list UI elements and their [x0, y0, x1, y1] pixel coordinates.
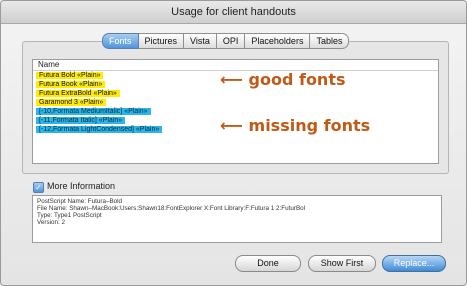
- tab-fonts[interactable]: Fonts: [102, 33, 139, 49]
- list-item[interactable]: Garamond 3 «Plain»: [33, 98, 438, 107]
- font-name: Futura ExtraBold «Plain»: [36, 90, 120, 97]
- missing-fonts-label: missing fonts: [248, 116, 371, 135]
- checkmark-icon: ✓: [35, 183, 42, 192]
- font-name: [-11,Formata Italic] «Plain»: [36, 117, 126, 124]
- tab-placeholders[interactable]: Placeholders: [245, 33, 311, 49]
- info-line: PostScript Name: Futura–Bold: [37, 198, 123, 205]
- more-info-checkbox[interactable]: ✓: [33, 182, 44, 193]
- tab-opi[interactable]: OPI: [216, 33, 246, 49]
- done-button[interactable]: Done: [235, 255, 301, 272]
- font-name: [-10,Formata MediumItalic] «Plain»: [36, 108, 151, 115]
- left-arrow-icon: ⟵: [220, 70, 243, 89]
- font-name: Futura Bold «Plain»: [36, 72, 104, 79]
- window-title: Usage for client handouts: [1, 1, 466, 24]
- tab-tables[interactable]: Tables: [310, 33, 350, 49]
- tab-bar: Fonts Pictures Vista OPI Placeholders Ta…: [102, 33, 350, 49]
- tab-vista[interactable]: Vista: [184, 33, 217, 49]
- tab-pictures[interactable]: Pictures: [138, 33, 185, 49]
- list-item[interactable]: [-10,Formata MediumItalic] «Plain»: [33, 107, 438, 116]
- left-arrow-icon: ⟵: [220, 116, 243, 135]
- good-fonts-label: good fonts: [248, 70, 346, 89]
- good-fonts-annotation: ⟵ good fonts: [220, 70, 346, 89]
- more-info-label: More Information: [47, 181, 116, 191]
- show-first-button[interactable]: Show First: [308, 255, 376, 272]
- font-name: Futura Book «Plain»: [36, 81, 106, 88]
- font-name: Garamond 3 «Plain»: [36, 99, 107, 106]
- replace-button[interactable]: Replace...: [382, 255, 446, 272]
- list-item[interactable]: Futura ExtraBold «Plain»: [33, 89, 438, 98]
- info-line: Type: Type1 PostScript: [37, 212, 102, 219]
- font-name: [-12,Formata LightCondensed] «Plain»: [36, 126, 163, 133]
- missing-fonts-annotation: ⟵ missing fonts: [220, 116, 370, 135]
- info-line: Version: 2: [37, 219, 66, 226]
- more-info-details: PostScript Name: Futura–Bold File Name: …: [32, 195, 442, 243]
- info-line: File Name: Shawn–MacBook:Users:Shawn18:F…: [37, 205, 306, 212]
